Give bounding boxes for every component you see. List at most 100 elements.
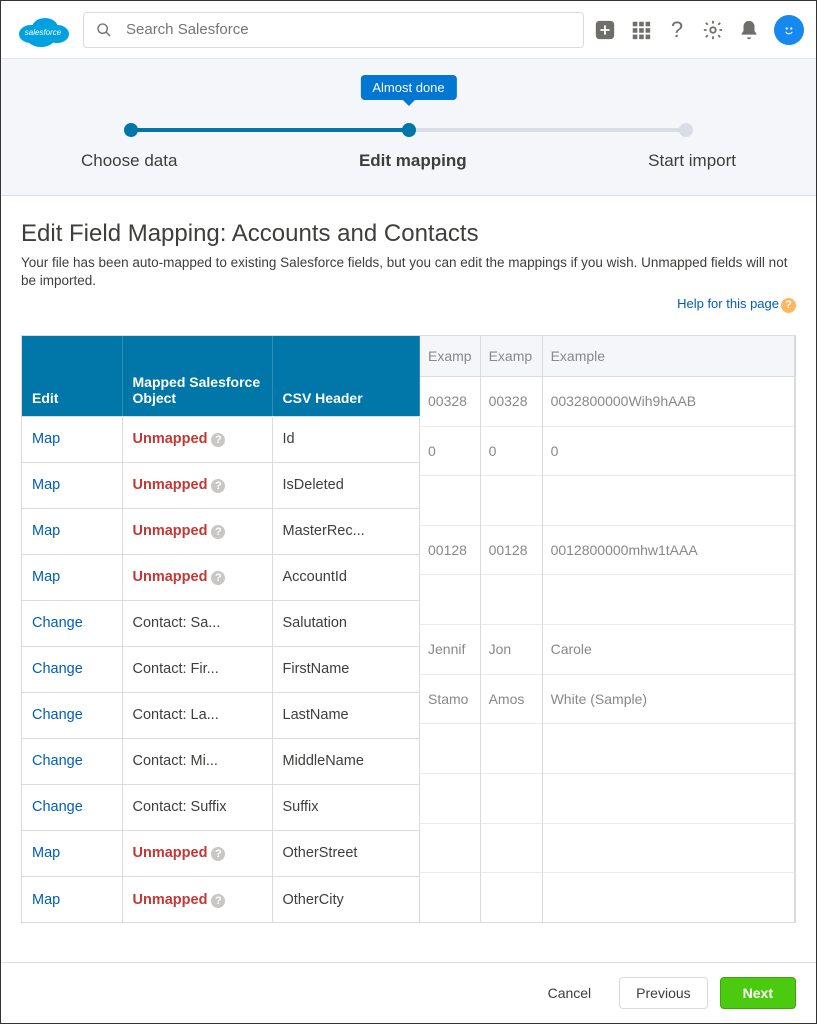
global-header: salesforce ? [1,1,816,59]
table-row: Map Unmapped? OtherStreet [22,830,420,876]
info-icon[interactable]: ? [211,847,225,861]
csv-header-cell: MasterRec... [272,508,420,554]
example-cell [480,575,542,625]
table-row: StamoAmosWhite (Sample) [420,674,795,724]
step-dot-3[interactable] [679,123,693,137]
info-icon[interactable]: ? [211,479,225,493]
wizard-footer: Cancel Previous Next [1,962,816,1023]
example-cell: 0032800000Wih9hAAB [542,376,794,426]
info-icon[interactable]: ? [211,433,225,447]
mapped-object-text: Unmapped [133,569,208,585]
example-cell: 00328 [420,376,480,426]
mapped-object-text: Contact: La... [133,707,219,723]
step-label-1: Choose data [81,151,177,171]
example-cell [542,724,794,774]
cancel-button[interactable]: Cancel [532,978,608,1008]
mapped-object-text: Contact: Sa... [133,615,221,631]
example-cell [480,476,542,526]
next-button[interactable]: Next [720,977,796,1009]
progress-tooltip: Almost done [360,75,456,100]
example-cell [420,773,480,823]
table-row [420,873,795,923]
ex-head-3: Example [542,336,794,376]
example-table: Examp Examp Example 00328003280032800000… [420,336,795,922]
example-cell: 00128 [480,525,542,575]
edit-link[interactable]: Change [32,615,83,631]
table-row: ChangeContact: Mi...MiddleName [22,738,420,784]
example-cell [542,575,794,625]
table-row: JennifJonCarole [420,625,795,675]
app-launcher-icon[interactable] [630,19,652,41]
table-row [420,724,795,774]
edit-link[interactable]: Map [32,569,60,585]
example-cell [420,823,480,873]
search-icon [96,22,112,38]
edit-link[interactable]: Change [32,661,83,677]
edit-link[interactable]: Map [32,892,60,908]
step-dot-1[interactable] [124,123,138,137]
add-icon[interactable] [594,19,616,41]
mapped-object-text: Unmapped [133,431,208,447]
mapping-table: Edit Mapped Salesforce Object CSV Header… [22,336,420,922]
info-icon[interactable]: ? [211,525,225,539]
edit-link[interactable]: Change [32,707,83,723]
avatar[interactable] [774,15,804,45]
example-cell: Stamo [420,674,480,724]
example-cell: 0 [542,426,794,476]
edit-link[interactable]: Map [32,523,60,539]
help-link[interactable]: Help for this page [677,296,779,311]
csv-header-cell: OtherCity [272,876,420,922]
help-icon[interactable]: ? [666,19,688,41]
mapped-object-text: Contact: Suffix [133,799,227,815]
info-icon[interactable]: ? [211,894,225,908]
edit-link[interactable]: Map [32,845,60,861]
table-row [420,476,795,526]
edit-link[interactable]: Change [32,753,83,769]
example-cell: 0 [420,426,480,476]
gear-icon[interactable] [702,19,724,41]
salesforce-logo[interactable]: salesforce [13,10,73,50]
step-dot-2[interactable] [402,123,416,137]
table-row: ChangeContact: La...LastName [22,692,420,738]
info-icon[interactable]: ? [211,571,225,585]
ex-head-1: Examp [420,336,480,376]
example-cell: 00328 [480,376,542,426]
progress-track [131,123,686,137]
global-search[interactable] [83,12,584,48]
edit-link[interactable]: Change [32,799,83,815]
page-subtitle: Your file has been auto-mapped to existi… [21,254,796,290]
search-input[interactable] [126,21,571,38]
example-cell: Jennif [420,625,480,675]
csv-header-cell: OtherStreet [272,830,420,876]
edit-link[interactable]: Map [32,477,60,493]
col-csv: CSV Header [272,336,420,416]
mapped-object-text: Contact: Fir... [133,661,219,677]
table-row [420,823,795,873]
previous-button[interactable]: Previous [619,977,707,1009]
example-cell [480,873,542,923]
table-row: 00328003280032800000Wih9hAAB [420,376,795,426]
edit-link[interactable]: Map [32,431,60,447]
csv-header-cell: FirstName [272,646,420,692]
main-content: Edit Field Mapping: Accounts and Contact… [1,196,816,923]
table-row: 000 [420,426,795,476]
table-row: Change Contact: Fir... FirstName [22,646,420,692]
step-label-2: Edit mapping [359,151,467,171]
example-cell [480,823,542,873]
notifications-icon[interactable] [738,19,760,41]
example-cell [480,724,542,774]
example-cell [420,873,480,923]
csv-header-cell: AccountId [272,554,420,600]
mapped-object-text: Unmapped [133,845,208,861]
csv-header-cell: MiddleName [272,738,420,784]
svg-text:salesforce: salesforce [25,28,62,37]
csv-header-cell: Id [272,416,420,462]
table-row: ChangeContact: Sa...Salutation [22,600,420,646]
col-edit: Edit [22,336,122,416]
help-icon-small[interactable]: ? [781,298,796,313]
example-cell: Carole [542,625,794,675]
header-actions: ? [594,15,804,45]
example-cell [480,773,542,823]
mapped-object-text: Unmapped [133,523,208,539]
csv-header-cell: Suffix [272,784,420,830]
